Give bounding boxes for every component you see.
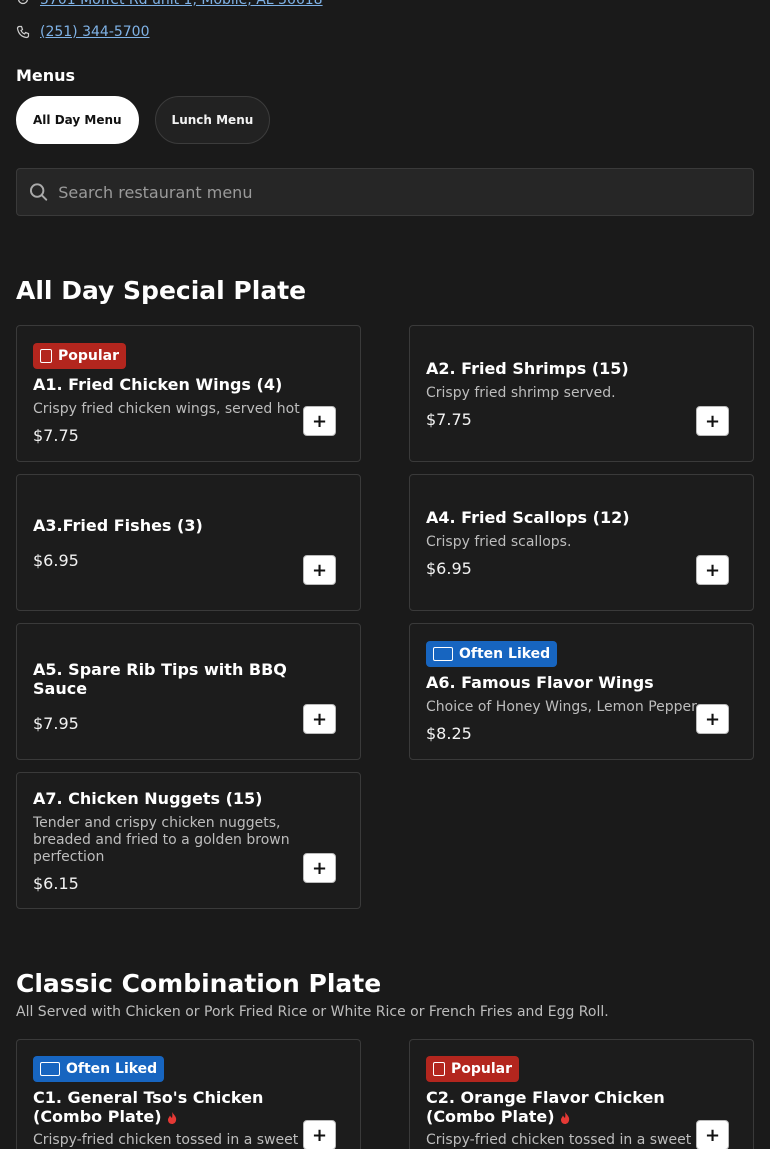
section-subtitle: All Served with Chicken or Pork Fried Ri… <box>16 1004 609 1020</box>
item-name: A1. Fried Chicken Wings (4) <box>33 374 283 394</box>
item-description: Crispy-fried chicken tossed in a sweet <box>33 1132 299 1148</box>
menu-tabs: All Day Menu Lunch Menu <box>16 96 271 144</box>
menu-item-card[interactable]: A5. Spare Rib Tips with BBQ Sauce $7.95 … <box>16 623 361 760</box>
flame-icon <box>167 1111 176 1124</box>
plus-icon: + <box>704 1124 721 1146</box>
item-description: Tender and crispy chicken nuggets, bread… <box>33 814 290 865</box>
section-title: Classic Combination Plate <box>16 969 382 998</box>
often-liked-icon <box>433 646 453 661</box>
add-button[interactable]: + <box>303 555 336 585</box>
item-price: $8.25 <box>426 723 472 743</box>
popular-icon <box>40 348 52 363</box>
phone-link[interactable]: (251) 344-5700 <box>40 24 150 40</box>
often-liked-icon <box>40 1062 60 1076</box>
popular-icon <box>433 1062 445 1076</box>
phone-icon <box>16 25 30 39</box>
menu-item-card[interactable]: A7. Chicken Nuggets (15) Tender and cris… <box>16 772 361 909</box>
item-price: $6.15 <box>33 873 79 893</box>
menu-item-card[interactable]: Often Liked A6. Famous Flavor Wings Choi… <box>409 623 754 760</box>
add-button[interactable]: + <box>303 406 336 436</box>
flame-icon <box>560 1111 569 1124</box>
item-description: Crispy fried scallops. <box>426 533 572 550</box>
address-row: 5701 Moffet Rd unit 1, Mobile, AL 36618 <box>16 0 323 8</box>
section-title: All Day Special Plate <box>16 276 307 305</box>
item-price: $7.95 <box>33 714 79 733</box>
item-description: Crispy fried shrimp served. <box>426 384 616 401</box>
plus-icon: + <box>704 410 721 432</box>
menu-item-card[interactable]: Popular C2. Orange Flavor Chicken (Combo… <box>409 1039 754 1149</box>
item-name: A2. Fried Shrimps (15) <box>426 358 629 378</box>
item-price: $6.95 <box>426 558 472 578</box>
item-name: A4. Fried Scallops (12) <box>426 507 630 527</box>
menu-item-card[interactable]: A3.Fried Fishes (3) $6.95 + <box>16 474 361 611</box>
add-button[interactable]: + <box>303 1120 336 1149</box>
popular-badge: Popular <box>33 342 127 369</box>
phone-row: (251) 344-5700 <box>16 24 150 40</box>
plus-icon: + <box>704 559 721 581</box>
menu-item-card[interactable]: A4. Fried Scallops (12) Crispy fried sca… <box>409 474 754 611</box>
item-name: A3.Fried Fishes (3) <box>33 515 203 535</box>
add-button[interactable]: + <box>696 704 729 734</box>
add-button[interactable]: + <box>696 1120 729 1149</box>
item-price: $7.75 <box>33 425 79 445</box>
plus-icon: + <box>311 857 328 879</box>
item-name: C1. General Tso's Chicken (Combo Plate) <box>33 1088 264 1126</box>
tab-all-day-menu[interactable]: All Day Menu <box>16 96 139 144</box>
location-icon <box>17 0 29 5</box>
item-name: A7. Chicken Nuggets (15) <box>33 788 263 808</box>
search-icon <box>29 183 48 201</box>
search-input[interactable] <box>58 182 741 202</box>
search-bar <box>16 168 754 216</box>
menus-heading: Menus <box>16 66 76 85</box>
add-button[interactable]: + <box>303 704 336 734</box>
plus-icon: + <box>311 410 328 432</box>
plus-icon: + <box>311 559 328 581</box>
plus-icon: + <box>311 1124 328 1146</box>
add-button[interactable]: + <box>696 406 729 436</box>
item-description: Crispy fried chicken wings, served hot <box>33 400 300 417</box>
item-name: A6. Famous Flavor Wings <box>426 672 654 692</box>
plus-icon: + <box>704 708 721 730</box>
menu-item-card[interactable]: Often Liked C1. General Tso's Chicken (C… <box>16 1039 361 1149</box>
address-link[interactable]: 5701 Moffet Rd unit 1, Mobile, AL 36618 <box>40 0 323 8</box>
tab-lunch-menu[interactable]: Lunch Menu <box>154 96 271 144</box>
menu-item-card[interactable]: A2. Fried Shrimps (15) Crispy fried shri… <box>409 325 754 462</box>
add-button[interactable]: + <box>696 555 729 585</box>
item-price: $7.75 <box>426 409 472 429</box>
item-price: $6.95 <box>33 550 79 570</box>
add-button[interactable]: + <box>303 853 336 883</box>
item-name: A5. Spare Rib Tips with BBQ Sauce <box>33 660 287 698</box>
popular-badge: Popular <box>426 1056 520 1082</box>
plus-icon: + <box>311 708 328 730</box>
often-liked-badge: Often Liked <box>33 1056 165 1082</box>
menu-item-card[interactable]: Popular A1. Fried Chicken Wings (4) Cris… <box>16 325 361 462</box>
item-name: C2. Orange Flavor Chicken (Combo Plate) <box>426 1088 665 1126</box>
often-liked-badge: Often Liked <box>426 640 558 667</box>
item-description: Choice of Honey Wings, Lemon Pepper <box>426 698 697 715</box>
item-description: Crispy-fried chicken tossed in a sweet <box>426 1132 692 1148</box>
